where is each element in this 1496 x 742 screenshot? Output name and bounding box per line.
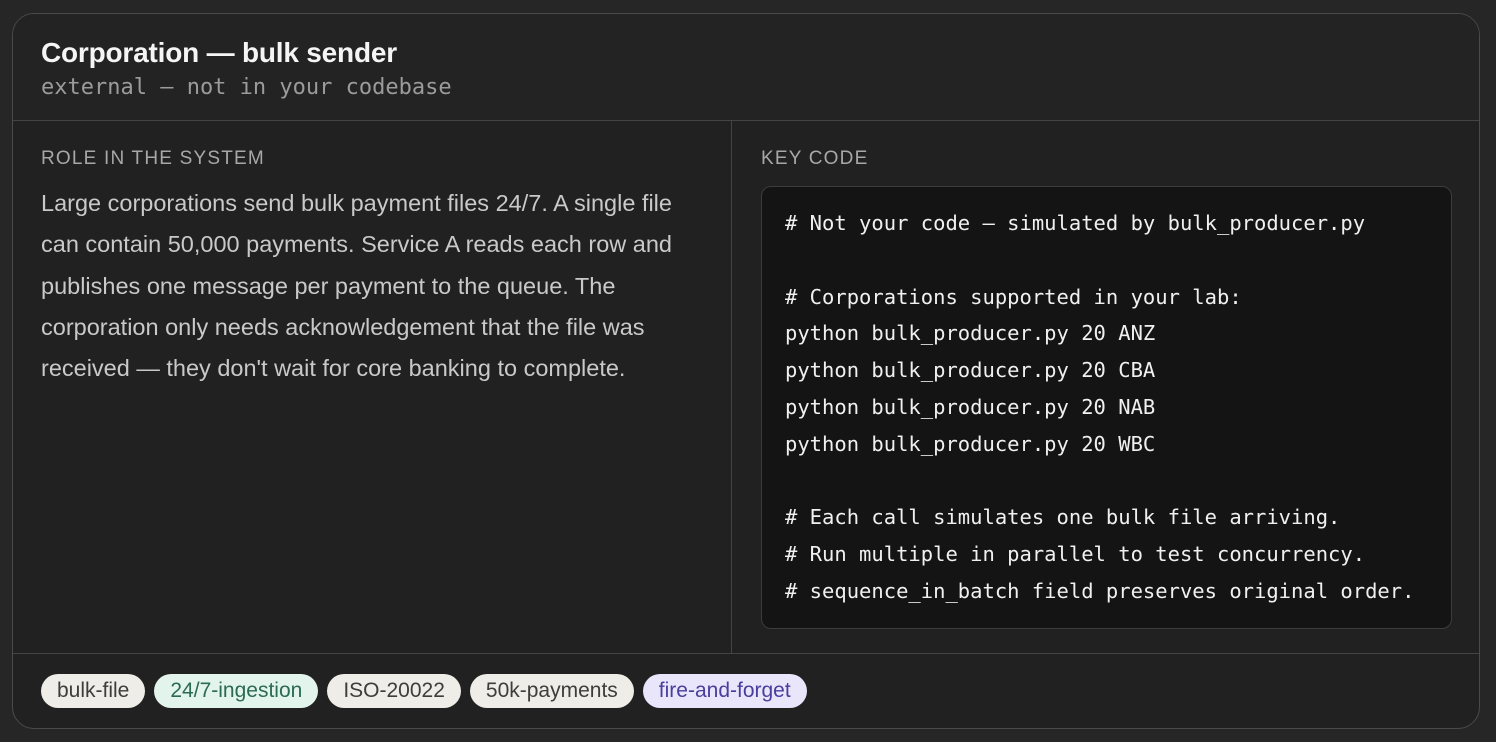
component-card: Corporation — bulk sender external — not… <box>12 13 1480 729</box>
code-line: python bulk_producer.py 20 CBA <box>785 358 1156 383</box>
code-line: # Each call simulates one bulk file arri… <box>785 505 1341 530</box>
tag-list: bulk-file 24/7-ingestion ISO-20022 50k-p… <box>13 654 1479 708</box>
code-line: python bulk_producer.py 20 NAB <box>785 394 1156 419</box>
card-header: Corporation — bulk sender external — not… <box>13 14 1479 121</box>
role-section-label: ROLE IN THE SYSTEM <box>41 148 265 169</box>
card-subtitle: external — not in your codebase <box>41 75 452 100</box>
code-line: python bulk_producer.py 20 ANZ <box>785 321 1156 346</box>
code-line: # sequence_in_batch field preserves orig… <box>785 578 1415 603</box>
tag-bulk-file[interactable]: bulk-file <box>41 674 146 708</box>
tag-50k-payments[interactable]: 50k-payments <box>469 674 634 708</box>
key-code-label: KEY CODE <box>761 148 869 169</box>
key-code-section: KEY CODE # Not your code — simulated by … <box>732 121 1479 653</box>
code-line: # Corporations supported in your lab: <box>785 284 1242 309</box>
code-line: # Not your code — simulated by bulk_prod… <box>785 211 1366 235</box>
code-line: # Run multiple in parallel to test concu… <box>785 542 1366 567</box>
card-body: ROLE IN THE SYSTEM Large corporations se… <box>13 121 1479 654</box>
role-section: ROLE IN THE SYSTEM Large corporations se… <box>13 121 732 653</box>
tag-fire-and-forget[interactable]: fire-and-forget <box>642 674 807 708</box>
tag-24-7-ingestion[interactable]: 24/7-ingestion <box>154 674 319 708</box>
code-line: python bulk_producer.py 20 WBC <box>785 431 1156 456</box>
card-title: Corporation — bulk sender <box>41 37 397 68</box>
code-block[interactable]: # Not your code — simulated by bulk_prod… <box>761 186 1452 629</box>
role-description: Large corporations send bulk payment fil… <box>41 190 672 382</box>
tag-iso-20022[interactable]: ISO-20022 <box>327 674 461 708</box>
